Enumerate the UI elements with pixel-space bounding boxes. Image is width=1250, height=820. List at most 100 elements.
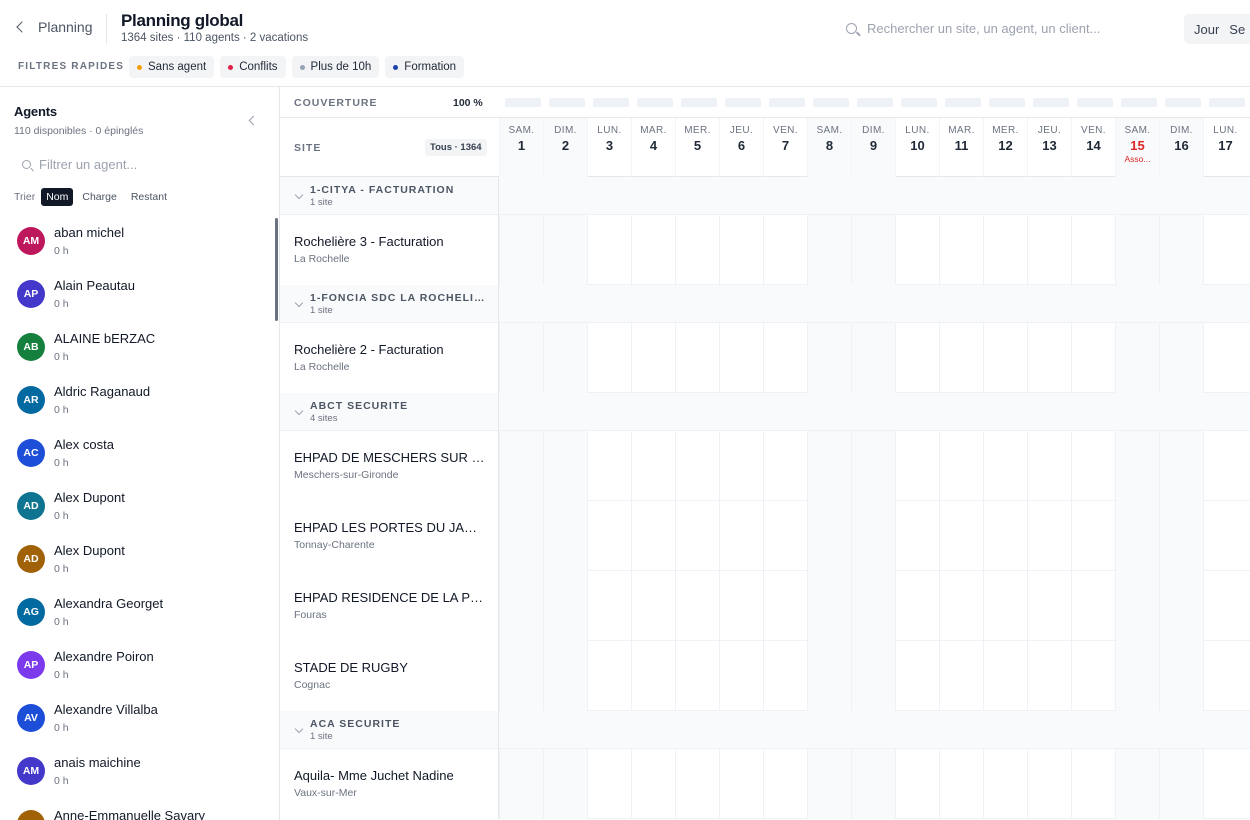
schedule-cell[interactable]	[1027, 501, 1071, 571]
site-info[interactable]: EHPAD DE MESCHERS SUR GI... Meschers-sur-…	[280, 431, 499, 501]
schedule-cell[interactable]	[895, 431, 939, 501]
schedule-cell[interactable]	[1115, 323, 1159, 393]
schedule-cell[interactable]	[675, 323, 719, 393]
schedule-cell[interactable]	[1115, 215, 1159, 285]
schedule-cell[interactable]	[807, 571, 851, 641]
schedule-cell[interactable]	[851, 641, 895, 711]
site-info[interactable]: Rochelière 2 - Facturation La Rochelle	[280, 323, 499, 393]
day-column-header[interactable]: SAM. 8	[807, 118, 851, 177]
schedule-cell[interactable]	[631, 323, 675, 393]
day-column-header[interactable]: JEU. 13	[1027, 118, 1071, 177]
agent-list-item[interactable]: AV Alexandre Villalba 0 h	[0, 695, 279, 748]
schedule-cell[interactable]	[807, 323, 851, 393]
schedule-cell[interactable]	[939, 215, 983, 285]
schedule-cell[interactable]	[675, 641, 719, 711]
schedule-cell[interactable]	[719, 431, 763, 501]
agent-list-item[interactable]: AG Alexandra Georget 0 h	[0, 589, 279, 642]
agent-filter-input[interactable]: Filtrer un agent...	[22, 157, 262, 172]
schedule-cell[interactable]	[587, 749, 631, 819]
day-column-header[interactable]: VEN. 14	[1071, 118, 1115, 177]
schedule-cell[interactable]	[895, 749, 939, 819]
day-column-header[interactable]: MER. 12	[983, 118, 1027, 177]
schedule-cell[interactable]	[631, 431, 675, 501]
day-column-header[interactable]: SAM. 1	[499, 118, 543, 177]
schedule-cell[interactable]	[807, 431, 851, 501]
schedule-cell[interactable]	[1071, 749, 1115, 819]
schedule-cell[interactable]	[895, 323, 939, 393]
schedule-cell[interactable]	[983, 641, 1027, 711]
schedule-cell[interactable]	[587, 641, 631, 711]
schedule-cell[interactable]	[983, 215, 1027, 285]
schedule-cell[interactable]	[719, 571, 763, 641]
site-info[interactable]: STADE DE RUGBY Cognac	[280, 641, 499, 711]
schedule-cell[interactable]	[983, 571, 1027, 641]
schedule-cell[interactable]	[1027, 431, 1071, 501]
schedule-cell[interactable]	[499, 501, 543, 571]
sort-option-restant[interactable]: Restant	[126, 188, 172, 206]
schedule-cell[interactable]	[1071, 431, 1115, 501]
schedule-cell[interactable]	[895, 501, 939, 571]
schedule-cell[interactable]	[851, 749, 895, 819]
back-to-planning-link[interactable]: Planning	[16, 19, 93, 35]
schedule-cell[interactable]	[543, 749, 587, 819]
schedule-cell[interactable]	[1071, 501, 1115, 571]
view-day-button[interactable]: Jour	[1194, 22, 1219, 37]
schedule-cell[interactable]	[499, 571, 543, 641]
agent-list-scrollbar[interactable]	[275, 218, 278, 321]
schedule-cell[interactable]	[983, 501, 1027, 571]
schedule-cell[interactable]	[499, 641, 543, 711]
schedule-cell[interactable]	[807, 501, 851, 571]
schedule-cell[interactable]	[1071, 323, 1115, 393]
day-column-header[interactable]: DIM. 2	[543, 118, 587, 177]
schedule-cell[interactable]	[939, 571, 983, 641]
chevron-down-icon[interactable]	[294, 406, 304, 416]
agent-list-item[interactable]: AP Alain Peautau 0 h	[0, 271, 279, 324]
day-column-header[interactable]: MAR. 4	[631, 118, 675, 177]
schedule-cell[interactable]	[807, 749, 851, 819]
schedule-cell[interactable]	[543, 323, 587, 393]
schedule-cell[interactable]	[763, 501, 807, 571]
agent-list-item[interactable]: ASAnne-Emmanuelle Savary0 h	[0, 801, 279, 820]
schedule-cell[interactable]	[1027, 323, 1071, 393]
schedule-cell[interactable]	[1115, 641, 1159, 711]
filter-chip-plus-de-10h[interactable]: Plus de 10h	[291, 56, 380, 78]
schedule-cell[interactable]	[587, 501, 631, 571]
schedule-cell[interactable]	[543, 641, 587, 711]
schedule-cell[interactable]	[1203, 501, 1247, 571]
agent-list-item[interactable]: AB ALAINE bERZAC 0 h	[0, 324, 279, 377]
schedule-cell[interactable]	[1159, 431, 1203, 501]
schedule-cell[interactable]	[851, 501, 895, 571]
agent-list-item[interactable]: AR Aldric Raganaud 0 h	[0, 377, 279, 430]
schedule-cell[interactable]	[675, 215, 719, 285]
schedule-cell[interactable]	[763, 215, 807, 285]
schedule-cell[interactable]	[631, 215, 675, 285]
schedule-cell[interactable]	[1203, 749, 1247, 819]
schedule-cell[interactable]	[1115, 501, 1159, 571]
day-column-header[interactable]: DIM. 16	[1159, 118, 1203, 177]
day-column-header[interactable]: VEN. 7	[763, 118, 807, 177]
filter-chip-conflits[interactable]: Conflits	[220, 56, 286, 78]
schedule-cell[interactable]	[499, 323, 543, 393]
schedule-cell[interactable]	[1203, 323, 1247, 393]
schedule-cell[interactable]	[1159, 749, 1203, 819]
agent-list-item[interactable]: AP Alexandre Poiron 0 h	[0, 642, 279, 695]
schedule-cell[interactable]	[807, 641, 851, 711]
schedule-cell[interactable]	[939, 323, 983, 393]
filter-chip-sans-agent[interactable]: Sans agent	[129, 56, 215, 78]
site-info[interactable]: Aquila- Mme Juchet Nadine Vaux-sur-Mer	[280, 749, 499, 819]
schedule-cell[interactable]	[1071, 215, 1115, 285]
client-group-row[interactable]: 1-CITYA - FACTURATION 1 site	[280, 177, 1250, 215]
schedule-cell[interactable]	[1203, 641, 1247, 711]
day-column-header[interactable]: MAR. 11	[939, 118, 983, 177]
schedule-cell[interactable]	[1159, 323, 1203, 393]
schedule-cell[interactable]	[587, 431, 631, 501]
schedule-cell[interactable]	[1071, 641, 1115, 711]
agent-list-item[interactable]: AM anais maichine 0 h	[0, 748, 279, 801]
schedule-cell[interactable]	[1203, 571, 1247, 641]
view-week-button[interactable]: Se	[1229, 22, 1245, 37]
schedule-cell[interactable]	[587, 215, 631, 285]
day-column-header[interactable]: DIM. 9	[851, 118, 895, 177]
schedule-cell[interactable]	[763, 571, 807, 641]
schedule-cell[interactable]	[1115, 431, 1159, 501]
all-sites-badge[interactable]: Tous · 1364	[425, 139, 487, 156]
